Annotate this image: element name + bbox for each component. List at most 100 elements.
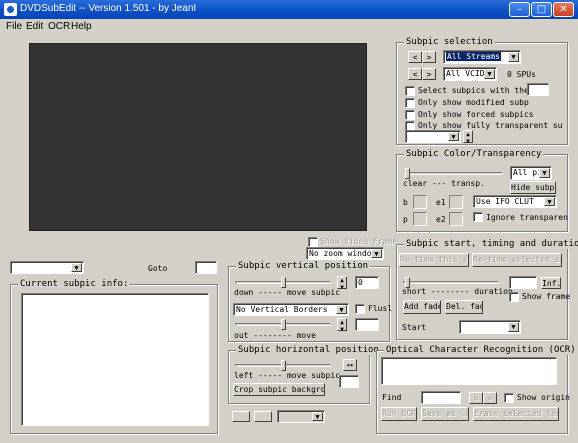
window-title: DVDSubEdit -- Version 1.501 - by JeanI: [20, 3, 197, 14]
chevron-down-icon: ▼: [508, 322, 519, 332]
current-info-textarea[interactable]: [21, 293, 209, 426]
transparency-slider-label: clear --- transp.: [403, 179, 485, 188]
minimize-button[interactable]: –: [509, 2, 530, 17]
run-ocr-button[interactable]: Run OCR: [381, 407, 417, 421]
bottom-button-2[interactable]: [254, 411, 272, 422]
prev-vcid-button[interactable]: <: [408, 68, 422, 80]
ocr-group: Optical Character Recognition (OCR) Find…: [376, 345, 578, 434]
close-button[interactable]: ✕: [553, 2, 574, 17]
maximize-button[interactable]: □: [531, 2, 552, 17]
erase-selected-button[interactable]: Erase selected text: [473, 407, 559, 421]
find-next-button[interactable]: >: [483, 392, 497, 404]
goto-input[interactable]: [195, 261, 217, 274]
find-input[interactable]: [421, 391, 461, 404]
vertical-borders-value: No Vertical Borders: [236, 305, 328, 314]
crop-background-button[interactable]: Crop subpic background: [233, 383, 325, 396]
show-frame-checkbox[interactable]: [509, 292, 519, 302]
only-forced-checkbox[interactable]: [405, 110, 415, 120]
vertical-slider-label: down ----- move subpic: [234, 288, 340, 297]
subpic-list-select[interactable]: ▼: [10, 261, 84, 274]
ocr-text-area[interactable]: [381, 357, 557, 385]
color-transparency-title: Subpic Color/Transparency: [404, 149, 544, 159]
show-origin-label: Show origin: [517, 393, 570, 402]
color-e2-swatch[interactable]: [449, 212, 463, 226]
current-info-group: Current subpic info:: [10, 279, 218, 434]
bottom-button-1[interactable]: [232, 411, 250, 422]
vertical-value-input[interactable]: 0: [355, 276, 379, 289]
goto-label: Goto: [148, 264, 168, 273]
hide-subpic-button[interactable]: Hide subpic: [510, 181, 556, 194]
menu-file[interactable]: File: [6, 21, 22, 32]
only-modified-checkbox[interactable]: [405, 98, 415, 108]
vertical-position-group: Subpic vertical position ▲ ▼ 0 down -----…: [228, 261, 392, 342]
bottom-select[interactable]: ▼: [277, 410, 325, 423]
vertical-slider-thumb[interactable]: [281, 277, 286, 288]
next-vcid-button[interactable]: >: [422, 68, 436, 80]
zoom-select[interactable]: No zoom window ▼: [306, 247, 384, 260]
vcid-select[interactable]: All VCID ▼: [443, 67, 497, 81]
only-forced-label: Only show forced subpics: [418, 110, 534, 119]
ignore-transparent-checkbox[interactable]: [473, 212, 483, 222]
duration-input[interactable]: [509, 276, 537, 289]
zoom-select-value: No zoom window: [309, 249, 377, 258]
start-label: Start: [402, 323, 427, 332]
vertical-position-title: Subpic vertical position: [236, 261, 371, 271]
chevron-down-icon: ▼: [484, 69, 495, 79]
find-prev-button[interactable]: <: [469, 392, 483, 404]
color-e1-swatch[interactable]: [449, 195, 463, 209]
chevron-down-icon: ▼: [448, 132, 459, 141]
out-slider-thumb[interactable]: [281, 319, 286, 330]
filter-spinner[interactable]: ▲ ▼: [463, 130, 473, 145]
out-value-input[interactable]: [355, 318, 379, 331]
clut-select-value: Use IFO CLUT: [476, 197, 534, 206]
prev-stream-button[interactable]: <: [408, 51, 422, 63]
chevron-down-icon: ▼: [371, 249, 382, 258]
color-b-label: b: [403, 198, 408, 207]
color-p-swatch[interactable]: [413, 212, 427, 226]
select-with-these-input[interactable]: [527, 83, 549, 96]
menu-ocr[interactable]: OCR: [48, 21, 70, 32]
retime-selected-button[interactable]: Re-time selected subpic: [472, 253, 562, 267]
duration-slider-track: [403, 281, 499, 284]
transparency-slider-thumb[interactable]: [405, 168, 410, 179]
subpic-selection-group: Subpic selection < > All Streams ▼ < > A…: [396, 37, 568, 145]
pixel-select[interactable]: All pix ▼: [510, 166, 552, 180]
select-with-these-checkbox[interactable]: [405, 86, 415, 96]
color-transparency-group: Subpic Color/Transparency clear --- tran…: [396, 149, 568, 232]
start-select[interactable]: ▼: [459, 320, 521, 334]
infinite-duration-button[interactable]: Inf.: [541, 277, 561, 289]
save-srt-button[interactable]: Save as .srt: [421, 407, 469, 421]
horizontal-spinner[interactable]: ◂▸: [343, 359, 357, 371]
show-frame-label: Show frame: [522, 292, 571, 301]
next-stream-button[interactable]: >: [422, 51, 436, 63]
find-label: Find: [382, 393, 402, 402]
horizontal-position-group: Subpic horizontal position ◂▸ left -----…: [228, 345, 381, 404]
transparency-slider-track: [405, 172, 503, 175]
clut-select[interactable]: Use IFO CLUT ▼: [473, 195, 557, 208]
vertical-borders-select[interactable]: No Vertical Borders ▼: [233, 303, 349, 316]
horizontal-value-input[interactable]: [339, 375, 359, 388]
timing-group: Subpic start, timing and duration Re-tim…: [396, 239, 578, 340]
add-fade-button[interactable]: Add fade: [403, 300, 441, 314]
horizontal-position-title: Subpic horizontal position: [236, 345, 381, 355]
timing-title: Subpic start, timing and duration: [404, 239, 578, 249]
chevron-down-icon: ▼: [312, 412, 323, 421]
menu-bar: File Edit OCR Help: [0, 19, 578, 35]
subpic-selection-title: Subpic selection: [404, 37, 495, 47]
color-e2-label: e2: [436, 215, 446, 224]
del-fade-button[interactable]: Del. fade: [445, 300, 483, 314]
filter-select[interactable]: ▼: [405, 130, 461, 143]
show-origin-checkbox[interactable]: [504, 393, 514, 403]
stream-select[interactable]: All Streams ▼: [443, 50, 521, 64]
menu-edit[interactable]: Edit: [26, 21, 43, 32]
menu-help[interactable]: Help: [71, 21, 92, 32]
horizontal-slider-thumb[interactable]: [281, 360, 286, 371]
retime-subpic-button[interactable]: Re-time this subpic: [399, 253, 469, 267]
ocr-title: Optical Character Recognition (OCR): [384, 345, 578, 355]
show-video-frame-label: Show Video Frame: [320, 237, 398, 246]
color-b-swatch[interactable]: [413, 195, 427, 209]
flush-checkbox[interactable]: [355, 304, 365, 314]
out-spinner[interactable]: ▲ ▼: [337, 318, 347, 333]
ignore-transparent-label: Ignore transparen: [486, 213, 568, 222]
show-video-frame-checkbox[interactable]: [308, 237, 318, 247]
